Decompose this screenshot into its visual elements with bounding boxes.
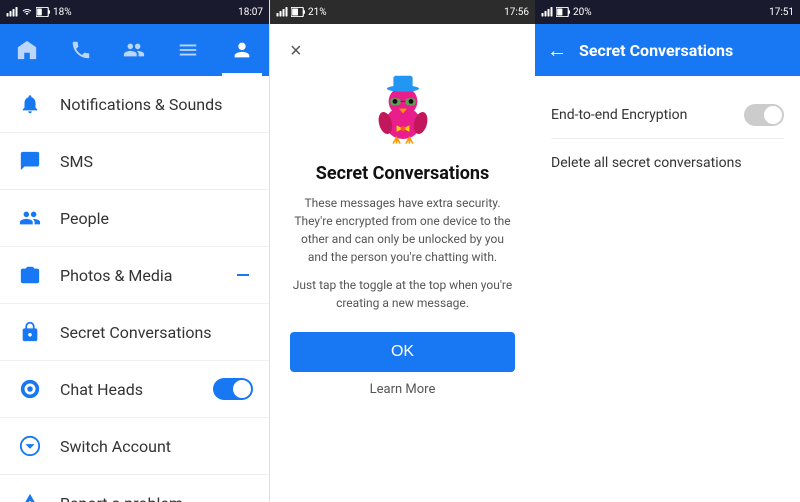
modal-card: ×	[270, 24, 535, 502]
nav-tabs	[0, 24, 269, 76]
detail-content: End-to-end Encryption Delete all secret …	[535, 76, 800, 502]
detail-title: Secret Conversations	[579, 41, 733, 60]
settings-item-chatheads[interactable]: Chat Heads	[0, 361, 269, 418]
detail-battery-icon	[556, 7, 570, 17]
groups-icon	[122, 38, 146, 62]
modal-hint: Just tap the toggle at the top when you'…	[290, 276, 515, 312]
e2e-label: End-to-end Encryption	[551, 107, 687, 123]
camera-icon	[16, 261, 44, 289]
battery-icon	[36, 7, 50, 17]
warning-icon	[16, 489, 44, 502]
menu-icon	[176, 38, 200, 62]
lock-icon	[16, 318, 44, 346]
signal-icon	[6, 6, 18, 18]
nav-tab-menu[interactable]	[168, 24, 208, 76]
modal-title: Secret Conversations	[316, 163, 489, 184]
modal-time: 17:56	[504, 7, 529, 18]
secret-label: Secret Conversations	[60, 323, 253, 342]
settings-panel: 18% 18:07	[0, 0, 270, 502]
settings-item-sms[interactable]: SMS	[0, 133, 269, 190]
chatheads-icon	[16, 375, 44, 403]
status-bar-detail: 20% 17:51	[535, 0, 800, 24]
nav-tab-calls[interactable]	[61, 24, 101, 76]
chatheads-label: Chat Heads	[60, 380, 213, 399]
photos-minus-icon	[237, 274, 249, 276]
detail-header: ← Secret Conversations	[535, 24, 800, 76]
status-bar-settings: 18% 18:07	[0, 0, 269, 24]
modal-battery: 21%	[308, 7, 327, 18]
e2e-toggle[interactable]	[744, 104, 784, 126]
detail-battery: 20%	[573, 7, 592, 18]
battery-percent: 18%	[53, 7, 72, 18]
nav-tab-groups[interactable]	[114, 24, 154, 76]
modal-learn-more-link[interactable]: Learn More	[370, 382, 436, 397]
back-button[interactable]: ←	[547, 38, 567, 63]
wifi-icon	[21, 6, 33, 18]
e2e-encryption-row[interactable]: End-to-end Encryption	[551, 92, 784, 139]
settings-list: Notifications & Sounds SMS People Photos…	[0, 76, 269, 502]
detail-time: 17:51	[769, 7, 794, 18]
profile-icon	[230, 38, 254, 62]
modal-panel: 21% 17:56 ×	[270, 0, 535, 502]
status-bar-modal: 21% 17:56	[270, 0, 535, 24]
settings-item-report[interactable]: Report a problem	[0, 475, 269, 502]
people-label: People	[60, 209, 253, 228]
time-settings: 18:07	[238, 7, 263, 18]
sms-icon	[16, 147, 44, 175]
modal-close-button[interactable]: ×	[290, 40, 302, 63]
modal-signal-icon	[276, 6, 288, 18]
notifications-label: Notifications & Sounds	[60, 95, 253, 114]
phone-icon	[69, 38, 93, 62]
nav-tab-profile[interactable]	[222, 24, 262, 76]
bell-icon	[16, 90, 44, 118]
people-icon	[16, 204, 44, 232]
nav-tab-home[interactable]	[7, 24, 47, 76]
settings-item-photos[interactable]: Photos & Media	[0, 247, 269, 304]
settings-item-notifications[interactable]: Notifications & Sounds	[0, 76, 269, 133]
detail-signal-icon	[541, 6, 553, 18]
chatheads-toggle[interactable]	[213, 378, 253, 400]
detail-panel: 20% 17:51 ← Secret Conversations End-to-…	[535, 0, 800, 502]
modal-description: These messages have extra security. They…	[290, 194, 515, 266]
settings-item-secret[interactable]: Secret Conversations	[0, 304, 269, 361]
settings-item-switch[interactable]: Switch Account	[0, 418, 269, 475]
photos-label: Photos & Media	[60, 266, 237, 285]
home-icon	[15, 38, 39, 62]
switch-icon	[16, 432, 44, 460]
report-label: Report a problem	[60, 494, 253, 502]
settings-item-people[interactable]: People	[0, 190, 269, 247]
secret-bird-image	[363, 71, 443, 151]
switch-label: Switch Account	[60, 437, 253, 456]
modal-battery-icon	[291, 7, 305, 17]
delete-secret-action[interactable]: Delete all secret conversations	[551, 139, 784, 187]
modal-ok-button[interactable]: OK	[290, 332, 515, 372]
sms-label: SMS	[60, 152, 253, 171]
